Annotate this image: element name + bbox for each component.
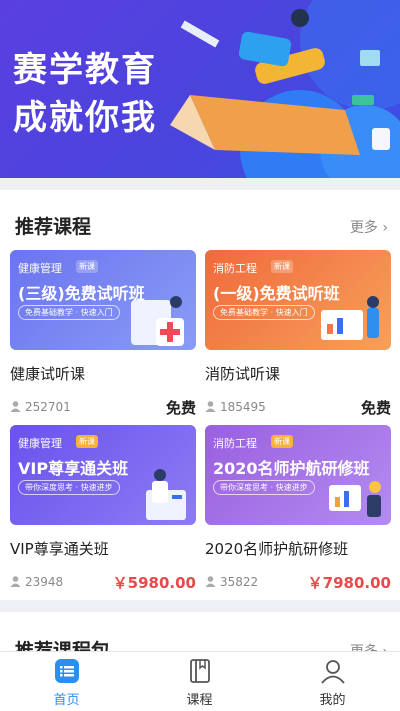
thumbnail-subtitle: 免费基础教学 · 快速入门 — [213, 305, 315, 320]
new-badge: 新课 — [76, 260, 98, 273]
banner-line-1: 赛学教育 — [13, 50, 157, 90]
recommend-section: 推荐课程 更多 › 健康管理 新课 (三级)免费试听班 免费基础教学 · 快速入… — [0, 190, 400, 600]
more-link[interactable]: 更多 › — [350, 217, 388, 237]
fire-illustration — [321, 296, 379, 340]
new-badge: 新课 — [76, 435, 98, 448]
course-name: 2020名师护航研修班 — [205, 540, 349, 558]
course-category: 消防工程 — [213, 262, 257, 275]
tab-label: 我的 — [319, 693, 346, 708]
tab-home[interactable]: 首页 — [0, 652, 133, 711]
tab-courses[interactable]: 课程 — [133, 652, 266, 711]
course-name: 健康试听课 — [10, 365, 86, 383]
section-title: 推荐课程 — [15, 216, 92, 238]
course-category: 健康管理 — [18, 262, 62, 275]
course-card[interactable]: 健康管理 新课 (三级)免费试听班 免费基础教学 · 快速入门 健康试听课 25… — [10, 250, 196, 425]
thumbnail-subtitle: 带你深度思考 · 快速进步 — [213, 480, 315, 495]
course-card[interactable]: 消防工程 新课 (一级)免费试听班 免费基础教学 · 快速入门 消防试听课 18… — [205, 250, 391, 425]
tab-label: 课程 — [186, 693, 213, 708]
tab-label: 首页 — [53, 693, 80, 708]
course-thumbnail: 健康管理 新课 (三级)免费试听班 免费基础教学 · 快速入门 — [10, 250, 196, 350]
hero-banner[interactable]: 赛学教育 成就你我 — [0, 0, 400, 178]
course-category: 健康管理 — [18, 437, 62, 450]
student-count: 23948 — [10, 575, 63, 589]
course-thumbnail: 健康管理 新课 VIP尊享通关班 带你深度思考 · 快速进步 — [10, 425, 196, 525]
course-price: ￥7980.00 — [307, 574, 391, 592]
student-count-value: 252701 — [25, 400, 71, 414]
banner-line-2: 成就你我 — [13, 98, 157, 138]
tab-profile[interactable]: 我的 — [266, 652, 399, 711]
course-name: VIP尊享通关班 — [10, 540, 109, 558]
mentor-illustration — [329, 481, 381, 517]
course-thumbnail: 消防工程 新课 (一级)免费试听班 免费基础教学 · 快速入门 — [205, 250, 391, 350]
new-badge: 新课 — [271, 435, 293, 448]
person-icon — [205, 401, 216, 412]
course-name: 消防试听课 — [205, 365, 281, 383]
course-price: 免费 — [165, 399, 196, 417]
thumbnail-subtitle: 免费基础教学 · 快速入门 — [18, 305, 120, 320]
thumbnail-subtitle: 带你深度思考 · 快速进步 — [18, 480, 120, 495]
course-card[interactable]: 健康管理 新课 VIP尊享通关班 带你深度思考 · 快速进步 VIP尊享通关班 … — [10, 425, 196, 600]
student-count-value: 185495 — [220, 400, 266, 414]
course-card[interactable]: 消防工程 新课 2020名师护航研修班 带你深度思考 · 快速进步 2020名师… — [205, 425, 391, 600]
student-count: 35822 — [205, 575, 258, 589]
student-count-value: 23948 — [25, 575, 64, 589]
person-icon — [10, 576, 21, 587]
student-count: 252701 — [10, 400, 71, 414]
health-illustration — [131, 296, 184, 346]
course-price: ￥5980.00 — [112, 574, 196, 592]
new-badge: 新课 — [271, 260, 293, 273]
person-icon — [205, 576, 216, 587]
course-thumbnail: 消防工程 新课 2020名师护航研修班 带你深度思考 · 快速进步 — [205, 425, 391, 525]
doctor-illustration — [146, 469, 186, 520]
student-count: 185495 — [205, 400, 266, 414]
course-price: 免费 — [360, 399, 391, 417]
person-icon — [10, 401, 21, 412]
bottom-tab-bar: 首页 课程 我的 — [0, 651, 400, 711]
student-count-value: 35822 — [220, 575, 259, 589]
home-list-icon — [55, 659, 79, 683]
user-icon — [321, 660, 345, 684]
thumbnail-title: VIP尊享通关班 — [18, 459, 129, 478]
book-icon — [190, 659, 210, 683]
course-category: 消防工程 — [213, 437, 257, 450]
